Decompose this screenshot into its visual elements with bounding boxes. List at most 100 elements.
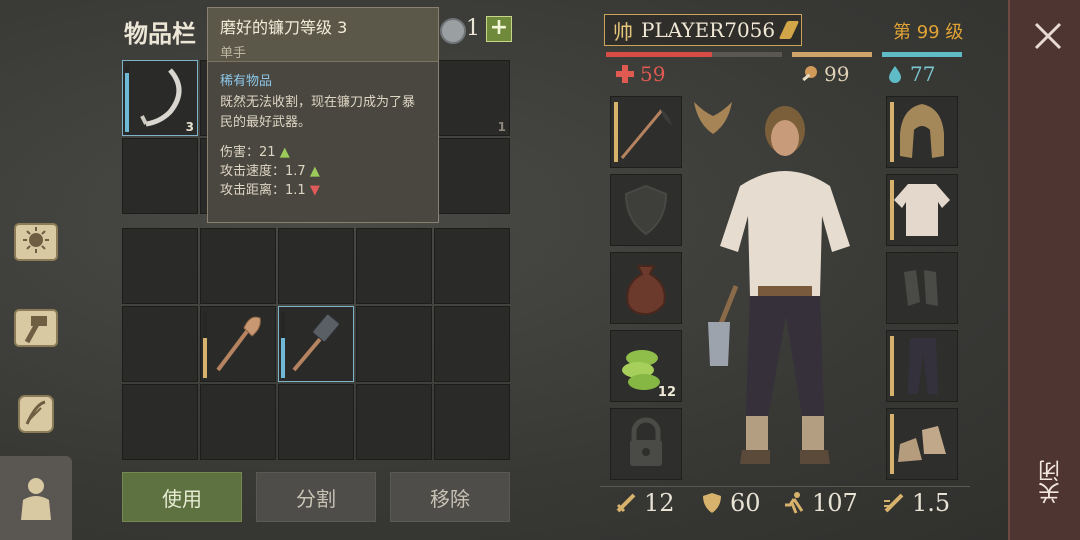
tab-crafting[interactable] (4, 296, 68, 360)
inventory-slot[interactable] (122, 306, 198, 382)
player-character (708, 106, 850, 464)
chest-slot[interactable] (886, 174, 958, 246)
inventory-slot[interactable] (356, 228, 432, 304)
player-level: 第 99 级 (893, 22, 964, 43)
attack-stat: 12 (614, 489, 675, 517)
food-stat: 99 (800, 62, 849, 86)
shovel-icon (216, 316, 261, 372)
stat-damage: 伤害：21 ▲ (220, 145, 290, 160)
water-stat: 77 (886, 62, 935, 86)
running-icon (785, 492, 804, 514)
combat-stats-bar: 12 60 107 1.5 (600, 486, 970, 523)
shield-stat-icon (703, 493, 721, 513)
feet-slot[interactable] (886, 408, 958, 480)
tab-journal[interactable] (4, 210, 68, 274)
water-bar (882, 52, 962, 57)
inventory-slot[interactable] (356, 384, 432, 460)
tooltip-body: 稀有物品 既然无法收割，现在镰刀成为了暴民的最好武器。 伤害：21 ▲ 攻击速度… (208, 62, 438, 208)
shield-icon (624, 184, 668, 236)
inventory-slot[interactable] (200, 384, 276, 460)
inventory-slot[interactable] (122, 228, 198, 304)
scroll-icon (18, 395, 54, 433)
attack-speed-stat: 1.5 (882, 489, 950, 517)
side-tab-bar (0, 210, 72, 540)
sickle-icon (620, 108, 672, 159)
use-button[interactable]: 使用 (122, 472, 242, 522)
item-count: 3 (185, 120, 194, 134)
player-name-box[interactable]: 帅 PLAYER7056 (604, 14, 802, 46)
bag-slot[interactable] (610, 252, 682, 324)
stat-up-icon: ▲ (309, 164, 320, 179)
tab-quests[interactable] (4, 382, 68, 446)
health-cross-icon (616, 65, 634, 83)
inventory-slot[interactable] (200, 228, 276, 304)
sword-icon (616, 493, 636, 513)
weapon-slot[interactable] (610, 96, 682, 168)
inventory-slot[interactable] (122, 138, 198, 214)
boots-icon (898, 426, 946, 462)
legs-slot[interactable] (886, 330, 958, 402)
inventory-slot[interactable] (356, 306, 432, 382)
tab-character[interactable] (0, 456, 72, 540)
close-label[interactable]: 关闭 (1036, 460, 1068, 504)
inventory-slot[interactable] (434, 306, 510, 382)
inventory-slot-sickle[interactable]: 3 (122, 60, 198, 136)
coin-icon (440, 18, 466, 44)
character-icon (21, 478, 51, 520)
stat-attack-range: 攻击距离：1.1 ▼ (220, 183, 320, 198)
swift-sword-icon (884, 493, 904, 513)
hood-icon (900, 104, 944, 158)
tooltip-header: 磨好的镰刀等级 3 单手 (208, 8, 438, 62)
coin-count: 1 (466, 16, 480, 41)
hammer-icon (292, 313, 340, 372)
inventory-slot[interactable] (434, 384, 510, 460)
inventory-slot[interactable] (434, 138, 510, 214)
lock-icon (630, 417, 662, 466)
locked-slot[interactable] (610, 408, 682, 480)
health-bar (606, 52, 782, 57)
item-count: 12 (657, 385, 676, 400)
edit-name-icon (778, 21, 800, 39)
pants-icon (908, 338, 938, 394)
offhand-slot[interactable] (610, 174, 682, 246)
split-button[interactable]: 分割 (256, 472, 376, 522)
remove-button[interactable]: 移除 (390, 472, 510, 522)
inventory-slot[interactable] (278, 384, 354, 460)
speed-stat: 107 (782, 489, 858, 517)
item-rarity: 稀有物品 (220, 74, 273, 89)
food-slot[interactable]: 12 (610, 330, 682, 402)
close-panel[interactable]: 关闭 (1008, 0, 1080, 540)
stat-up-icon: ▲ (279, 145, 290, 160)
bag-icon (626, 265, 666, 316)
inventory-slot[interactable] (122, 384, 198, 460)
item-name: 磨好的镰刀等级 3 (220, 18, 348, 37)
inventory-slot[interactable]: 1 (434, 60, 510, 136)
inventory-title: 物品栏 (124, 20, 196, 48)
add-coins-button[interactable]: + (486, 16, 512, 42)
health-stat: 59 (616, 62, 665, 86)
food-bar (792, 52, 872, 57)
shirt-icon (894, 184, 950, 236)
hands-slot[interactable] (886, 252, 958, 324)
stat-down-icon: ▼ (309, 183, 320, 198)
inventory-slot-shovel[interactable] (200, 306, 276, 382)
player-rank: 帅 (613, 19, 633, 44)
item-description: 既然无法收割，现在镰刀成为了暴民的最好武器。 (220, 95, 416, 130)
item-count: 1 (497, 120, 506, 134)
stat-attack-speed: 攻击速度：1.7 ▲ (220, 164, 320, 179)
sun-book-icon (14, 223, 58, 261)
defense-stat: 60 (700, 489, 761, 517)
player-name: PLAYER7056 (641, 18, 776, 42)
gloves-icon (904, 270, 938, 306)
inventory-bottom-grid (122, 228, 510, 460)
item-hand-type: 单手 (220, 46, 247, 61)
water-drop-icon (889, 66, 901, 83)
crafting-icon (14, 309, 58, 347)
meat-icon (802, 66, 817, 82)
head-slot[interactable] (886, 96, 958, 168)
inventory-slot[interactable] (278, 228, 354, 304)
inventory-slot[interactable] (434, 228, 510, 304)
close-icon[interactable] (1032, 20, 1064, 52)
item-tooltip: 磨好的镰刀等级 3 单手 稀有物品 既然无法收割，现在镰刀成为了暴民的最好武器。… (207, 7, 439, 223)
inventory-slot-hammer[interactable] (278, 306, 354, 382)
